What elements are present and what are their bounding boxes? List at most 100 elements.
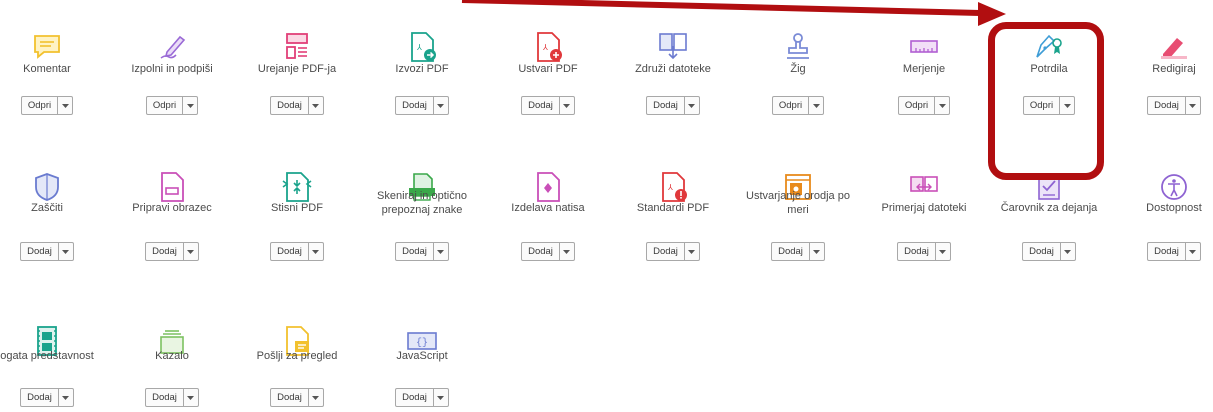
tool-redact[interactable]: Redigiraj Dodaj	[1111, 8, 1213, 118]
tool-rich-media[interactable]: ogata predstavnost Dodaj	[0, 302, 110, 412]
button-label[interactable]: Dodaj	[396, 389, 434, 406]
button-label[interactable]: Dodaj	[1148, 97, 1186, 114]
add-button[interactable]: Dodaj	[897, 242, 951, 261]
certificates-icon[interactable]	[1029, 30, 1069, 64]
chevron-down-icon[interactable]	[685, 243, 699, 260]
chevron-down-icon[interactable]	[1186, 97, 1200, 114]
tool-export-pdf[interactable]: ⅄ Izvozi PDF Dodaj	[359, 8, 485, 118]
compare-files-icon[interactable]	[904, 170, 944, 204]
button-label[interactable]: Dodaj	[21, 389, 59, 406]
button-label[interactable]: Dodaj	[1023, 243, 1061, 260]
button-label[interactable]: Odpri	[773, 97, 810, 114]
add-button[interactable]: Dodaj	[646, 96, 700, 115]
chevron-down-icon[interactable]	[685, 97, 699, 114]
button-label[interactable]: Dodaj	[522, 97, 560, 114]
add-button[interactable]: Dodaj	[1147, 96, 1201, 115]
redact-icon[interactable]	[1154, 30, 1194, 64]
tool-fill-sign[interactable]: Izpolni in podpiši Odpri	[109, 8, 235, 118]
button-label[interactable]: Dodaj	[21, 243, 59, 260]
chevron-down-icon[interactable]	[1061, 243, 1075, 260]
add-button[interactable]: Dodaj	[270, 96, 324, 115]
chevron-down-icon[interactable]	[1186, 243, 1200, 260]
chevron-down-icon[interactable]	[183, 97, 197, 114]
add-button[interactable]: Dodaj	[1147, 242, 1201, 261]
chevron-down-icon[interactable]	[309, 389, 323, 406]
open-button[interactable]: Odpri	[1022, 96, 1076, 115]
tool-print-production[interactable]: Izdelava natisa Dodaj	[485, 148, 611, 261]
add-button[interactable]: Dodaj	[395, 96, 449, 115]
export-pdf-icon[interactable]: ⅄	[402, 30, 442, 64]
tool-javascript[interactable]: {} JavaScript Dodaj	[359, 302, 485, 412]
compress-pdf-icon[interactable]	[277, 170, 317, 204]
chevron-down-icon[interactable]	[184, 243, 198, 260]
button-label[interactable]: Dodaj	[1148, 243, 1186, 260]
tool-measure[interactable]: Merjenje Odpri	[861, 8, 987, 118]
button-label[interactable]: Dodaj	[647, 97, 685, 114]
button-label[interactable]: Dodaj	[271, 389, 309, 406]
tool-protect[interactable]: Zaščiti Dodaj	[0, 148, 110, 261]
button-label[interactable]: Dodaj	[271, 243, 309, 260]
tool-prepare-form[interactable]: Pripravi obrazec Dodaj	[109, 148, 235, 261]
tool-compress-pdf[interactable]: Stisni PDF Dodaj	[234, 148, 360, 261]
edit-pdf-icon[interactable]	[277, 30, 317, 64]
button-label[interactable]: Odpri	[147, 97, 184, 114]
chevron-down-icon[interactable]	[560, 243, 574, 260]
chevron-down-icon[interactable]	[810, 243, 824, 260]
button-label[interactable]: Dodaj	[271, 97, 309, 114]
tool-accessibility[interactable]: Dostopnost Dodaj	[1111, 148, 1213, 261]
button-label[interactable]: Dodaj	[146, 389, 184, 406]
button-label[interactable]: Odpri	[1024, 97, 1061, 114]
chevron-down-icon[interactable]	[560, 97, 574, 114]
measure-icon[interactable]	[904, 30, 944, 64]
add-button[interactable]: Dodaj	[145, 388, 199, 407]
chevron-down-icon[interactable]	[1060, 97, 1074, 114]
button-label[interactable]: Dodaj	[898, 243, 936, 260]
add-button[interactable]: Dodaj	[395, 242, 449, 261]
tool-combine-files[interactable]: Združi datoteke Dodaj	[610, 8, 736, 118]
prepare-form-icon[interactable]	[152, 170, 192, 204]
add-button[interactable]: Dodaj	[270, 242, 324, 261]
protect-icon[interactable]	[27, 170, 67, 204]
button-label[interactable]: Odpri	[22, 97, 59, 114]
chevron-down-icon[interactable]	[434, 243, 448, 260]
add-button[interactable]: Dodaj	[521, 96, 575, 115]
action-wizard-icon[interactable]	[1029, 170, 1069, 204]
open-button[interactable]: Odpri	[771, 96, 825, 115]
open-button[interactable]: Odpri	[145, 96, 199, 115]
chevron-down-icon[interactable]	[809, 97, 823, 114]
open-button[interactable]: Odpri	[897, 96, 951, 115]
button-label[interactable]: Odpri	[899, 97, 936, 114]
stamp-icon[interactable]	[778, 30, 818, 64]
chevron-down-icon[interactable]	[184, 389, 198, 406]
chevron-down-icon[interactable]	[936, 243, 950, 260]
tool-scan-ocr[interactable]: Skeniraj in optično prepoznaj znake Dodaj	[359, 148, 485, 261]
tool-custom-tool[interactable]: Ustvarjanje orodja po meri Dodaj	[735, 148, 861, 261]
chevron-down-icon[interactable]	[309, 97, 323, 114]
chevron-down-icon[interactable]	[58, 97, 72, 114]
add-button[interactable]: Dodaj	[771, 242, 825, 261]
tool-stamp[interactable]: Žig Odpri	[735, 8, 861, 118]
chevron-down-icon[interactable]	[434, 389, 448, 406]
button-label[interactable]: Dodaj	[647, 243, 685, 260]
button-label[interactable]: Dodaj	[772, 243, 810, 260]
add-button[interactable]: Dodaj	[20, 388, 74, 407]
combine-files-icon[interactable]	[653, 30, 693, 64]
tool-pdf-standards[interactable]: ⅄ Standardi PDF Dodaj	[610, 148, 736, 261]
add-button[interactable]: Dodaj	[270, 388, 324, 407]
print-production-icon[interactable]	[528, 170, 568, 204]
button-label[interactable]: Dodaj	[396, 243, 434, 260]
button-label[interactable]: Dodaj	[146, 243, 184, 260]
tool-certificates[interactable]: Potrdila Odpri	[986, 8, 1112, 118]
button-label[interactable]: Dodaj	[396, 97, 434, 114]
add-button[interactable]: Dodaj	[145, 242, 199, 261]
add-button[interactable]: Dodaj	[646, 242, 700, 261]
tool-compare-files[interactable]: Primerjaj datoteki Dodaj	[861, 148, 987, 261]
add-button[interactable]: Dodaj	[1022, 242, 1076, 261]
create-pdf-icon[interactable]: ⅄	[528, 30, 568, 64]
chevron-down-icon[interactable]	[434, 97, 448, 114]
fill-sign-icon[interactable]	[152, 30, 192, 64]
tool-action-wizard[interactable]: Čarovnik za dejanja Dodaj	[986, 148, 1112, 261]
tool-create-pdf[interactable]: ⅄ Ustvari PDF Dodaj	[485, 8, 611, 118]
chevron-down-icon[interactable]	[59, 243, 73, 260]
comment-icon[interactable]	[27, 30, 67, 64]
